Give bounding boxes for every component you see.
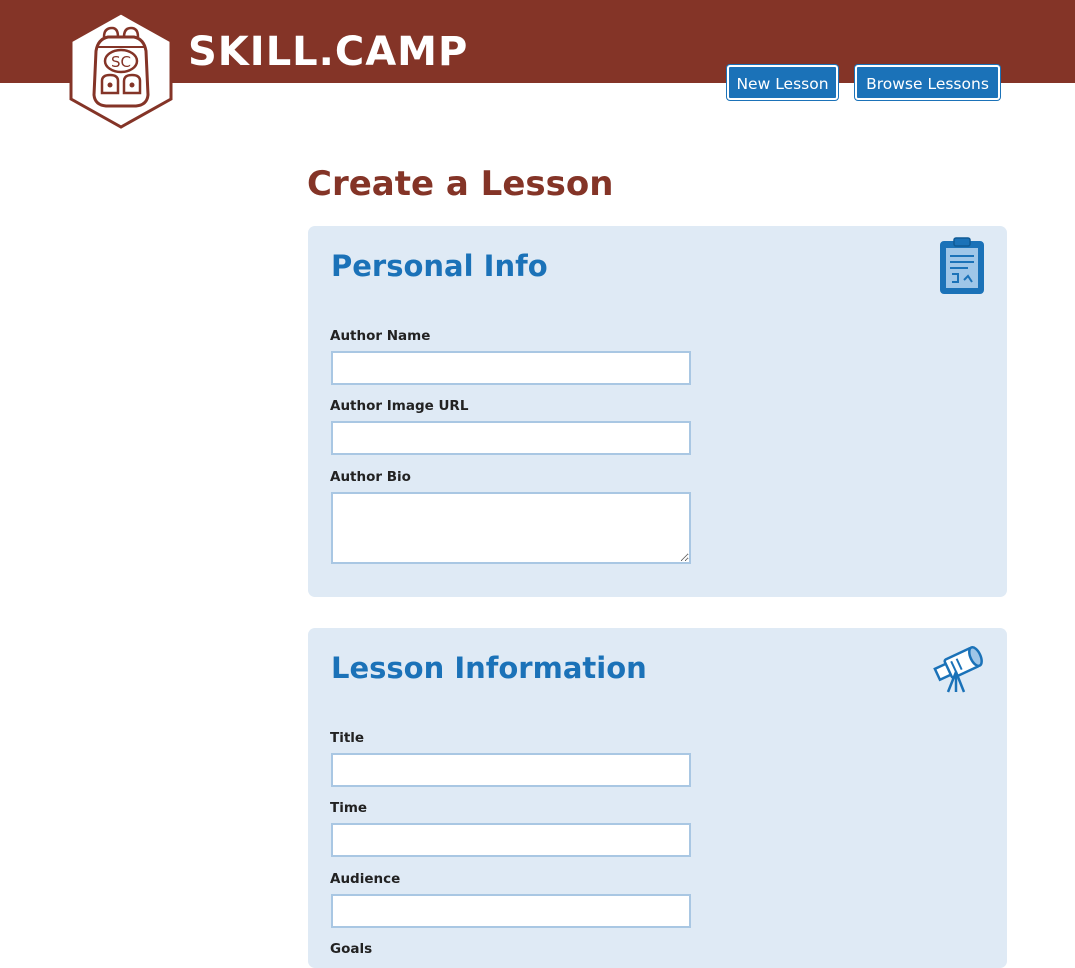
audience-input[interactable]	[331, 894, 691, 928]
personal-info-section: Personal Info Author Name Author Image U…	[308, 226, 1007, 597]
section-heading: Personal Info	[331, 249, 548, 283]
author-name-input[interactable]	[331, 351, 691, 385]
svg-text:SC: SC	[111, 53, 131, 71]
lesson-information-section: Lesson Information Title Time Audience G…	[308, 628, 1007, 968]
clipboard-icon	[938, 236, 988, 300]
author-image-url-input[interactable]	[331, 421, 691, 455]
time-input[interactable]	[331, 823, 691, 857]
author-image-url-label: Author Image URL	[330, 398, 469, 414]
author-bio-label: Author Bio	[330, 469, 411, 485]
browse-lessons-button[interactable]: Browse Lessons	[855, 65, 1000, 100]
author-bio-textarea[interactable]	[331, 492, 691, 564]
page-title: Create a Lesson	[307, 164, 614, 204]
audience-label: Audience	[330, 871, 401, 887]
skill-camp-logo[interactable]: SC	[68, 11, 174, 129]
goals-label: Goals	[330, 941, 373, 957]
backpack-icon: SC	[69, 11, 173, 129]
time-label: Time	[330, 800, 368, 816]
title-label: Title	[330, 730, 365, 746]
title-input[interactable]	[331, 753, 691, 787]
brand-title[interactable]: SKILL.CAMP	[188, 25, 468, 79]
telescope-icon	[930, 640, 990, 700]
author-name-label: Author Name	[330, 328, 431, 344]
new-lesson-button[interactable]: New Lesson	[727, 65, 838, 100]
section-heading: Lesson Information	[331, 651, 647, 685]
